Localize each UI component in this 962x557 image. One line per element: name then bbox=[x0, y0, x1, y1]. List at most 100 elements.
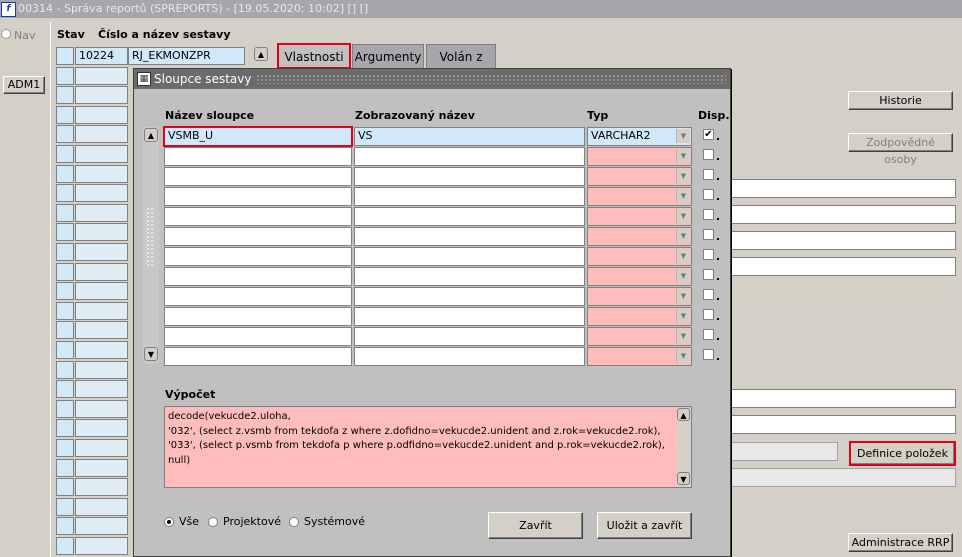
stav-cell[interactable] bbox=[56, 380, 74, 399]
report-number-cell[interactable] bbox=[75, 537, 128, 555]
disp-checkbox[interactable] bbox=[703, 249, 714, 260]
column-name-field[interactable] bbox=[164, 227, 352, 246]
disp-checkbox[interactable]: ✔ bbox=[703, 129, 714, 140]
column-name-field[interactable]: VSMB_U bbox=[163, 126, 353, 147]
scroll-up-button[interactable]: ▲ bbox=[254, 47, 268, 61]
report-number-cell[interactable] bbox=[75, 517, 128, 536]
report-number-cell[interactable] bbox=[75, 125, 128, 144]
report-number-cell[interactable] bbox=[75, 223, 128, 242]
radio-systemove[interactable] bbox=[289, 517, 299, 527]
report-number-cell[interactable] bbox=[75, 478, 128, 497]
display-name-field[interactable] bbox=[354, 347, 585, 366]
report-number-cell[interactable] bbox=[75, 399, 128, 418]
tab-argumenty[interactable]: Argumenty bbox=[352, 44, 424, 68]
type-dropdown[interactable]: ▼ bbox=[587, 247, 692, 266]
scroll-down-arrow-icon[interactable]: ▼ bbox=[677, 472, 690, 485]
report-number-cell[interactable] bbox=[75, 380, 128, 399]
type-dropdown[interactable]: ▼ bbox=[587, 347, 692, 366]
scroll-down-arrow-icon[interactable]: ▼ bbox=[144, 347, 158, 361]
stav-cell[interactable] bbox=[56, 517, 74, 536]
report-number-cell[interactable] bbox=[75, 439, 128, 457]
chevron-down-icon[interactable]: ▼ bbox=[676, 229, 690, 243]
stav-cell[interactable] bbox=[56, 145, 74, 163]
ulozit-a-zavrit-button[interactable]: Uložit a zavřít bbox=[597, 512, 692, 539]
property-field[interactable] bbox=[731, 179, 956, 198]
stav-cell[interactable] bbox=[56, 282, 74, 301]
display-name-field[interactable] bbox=[354, 307, 585, 326]
report-number-cell[interactable] bbox=[75, 419, 128, 438]
report-number-cell[interactable] bbox=[75, 164, 128, 183]
display-name-field[interactable] bbox=[354, 147, 585, 166]
stav-cell[interactable] bbox=[56, 262, 74, 281]
stav-cell[interactable] bbox=[56, 105, 74, 124]
report-number-cell[interactable] bbox=[75, 86, 128, 105]
report-number-cell[interactable] bbox=[75, 360, 128, 379]
property-field[interactable] bbox=[731, 231, 956, 250]
column-name-field[interactable] bbox=[164, 187, 352, 206]
adm1-button[interactable]: ADM1 bbox=[3, 76, 45, 94]
type-dropdown[interactable]: ▼ bbox=[587, 307, 692, 326]
display-name-field[interactable] bbox=[354, 207, 585, 226]
disp-checkbox[interactable] bbox=[703, 329, 714, 340]
type-dropdown[interactable]: VARCHAR2 ▼ bbox=[587, 127, 692, 146]
disp-checkbox[interactable] bbox=[703, 169, 714, 180]
chevron-down-icon[interactable]: ▼ bbox=[676, 149, 690, 163]
stav-cell[interactable] bbox=[56, 341, 74, 359]
report-number-cell[interactable] bbox=[75, 341, 128, 359]
scroll-up-arrow-icon[interactable]: ▲ bbox=[144, 128, 158, 142]
disp-checkbox[interactable] bbox=[703, 229, 714, 240]
disp-checkbox[interactable] bbox=[703, 269, 714, 280]
disp-checkbox[interactable] bbox=[703, 209, 714, 220]
column-name-field[interactable] bbox=[164, 167, 352, 186]
report-number-cell[interactable] bbox=[75, 282, 128, 301]
chevron-down-icon[interactable]: ▼ bbox=[676, 129, 690, 143]
stav-cell[interactable] bbox=[56, 399, 74, 418]
stav-cell[interactable] bbox=[56, 458, 74, 477]
column-name-field[interactable] bbox=[164, 147, 352, 166]
tab-volan-z[interactable]: Volán z bbox=[426, 44, 496, 68]
chevron-down-icon[interactable]: ▼ bbox=[676, 309, 690, 323]
stav-cell[interactable] bbox=[56, 360, 74, 379]
type-dropdown[interactable]: ▼ bbox=[587, 327, 692, 346]
type-dropdown[interactable]: ▼ bbox=[587, 227, 692, 246]
type-dropdown[interactable]: ▼ bbox=[587, 187, 692, 206]
display-name-field[interactable]: VS bbox=[354, 127, 585, 146]
report-number-cell[interactable] bbox=[75, 243, 128, 261]
display-name-field[interactable] bbox=[354, 247, 585, 266]
report-number-cell[interactable] bbox=[75, 66, 128, 85]
type-dropdown[interactable]: ▼ bbox=[587, 207, 692, 226]
stav-cell[interactable] bbox=[56, 184, 74, 203]
stav-cell[interactable] bbox=[56, 497, 74, 516]
column-name-field[interactable] bbox=[164, 307, 352, 326]
property-field[interactable] bbox=[731, 389, 956, 408]
disp-checkbox[interactable] bbox=[703, 289, 714, 300]
tab-vlastnosti[interactable]: Vlastnosti bbox=[277, 43, 351, 69]
report-number-cell[interactable] bbox=[75, 458, 128, 477]
stav-cell[interactable] bbox=[56, 125, 74, 144]
stav-cell[interactable] bbox=[56, 301, 74, 320]
stav-cell[interactable] bbox=[56, 66, 74, 85]
type-dropdown[interactable]: ▼ bbox=[587, 167, 692, 186]
report-number-cell[interactable] bbox=[75, 497, 128, 516]
display-name-field[interactable] bbox=[354, 227, 585, 246]
stav-cell[interactable] bbox=[56, 537, 74, 555]
stav-cell[interactable] bbox=[56, 203, 74, 222]
scroll-thumb[interactable] bbox=[146, 207, 154, 267]
type-dropdown[interactable]: ▼ bbox=[587, 287, 692, 306]
report-number-cell[interactable] bbox=[75, 203, 128, 222]
column-name-field[interactable] bbox=[164, 347, 352, 366]
display-name-field[interactable] bbox=[354, 327, 585, 346]
grid-scrollbar[interactable]: ▲ ▼ bbox=[143, 127, 159, 364]
report-number-cell[interactable] bbox=[75, 262, 128, 281]
type-dropdown[interactable]: ▼ bbox=[587, 147, 692, 166]
radio-vse[interactable] bbox=[164, 517, 174, 527]
display-name-field[interactable] bbox=[354, 287, 585, 306]
zodpovedne-osoby-button[interactable]: Zodpovědné osoby bbox=[848, 133, 953, 166]
scroll-up-arrow-icon[interactable]: ▲ bbox=[677, 408, 690, 421]
chevron-down-icon[interactable]: ▼ bbox=[676, 209, 690, 223]
stav-cell[interactable] bbox=[56, 223, 74, 242]
dialog-titlebar[interactable]: ▦ Sloupce sestavy bbox=[134, 69, 730, 89]
report-name-cell[interactable]: RJ_EKMONZPR bbox=[128, 47, 245, 65]
column-name-field[interactable] bbox=[164, 247, 352, 266]
report-number-cell[interactable] bbox=[75, 184, 128, 203]
